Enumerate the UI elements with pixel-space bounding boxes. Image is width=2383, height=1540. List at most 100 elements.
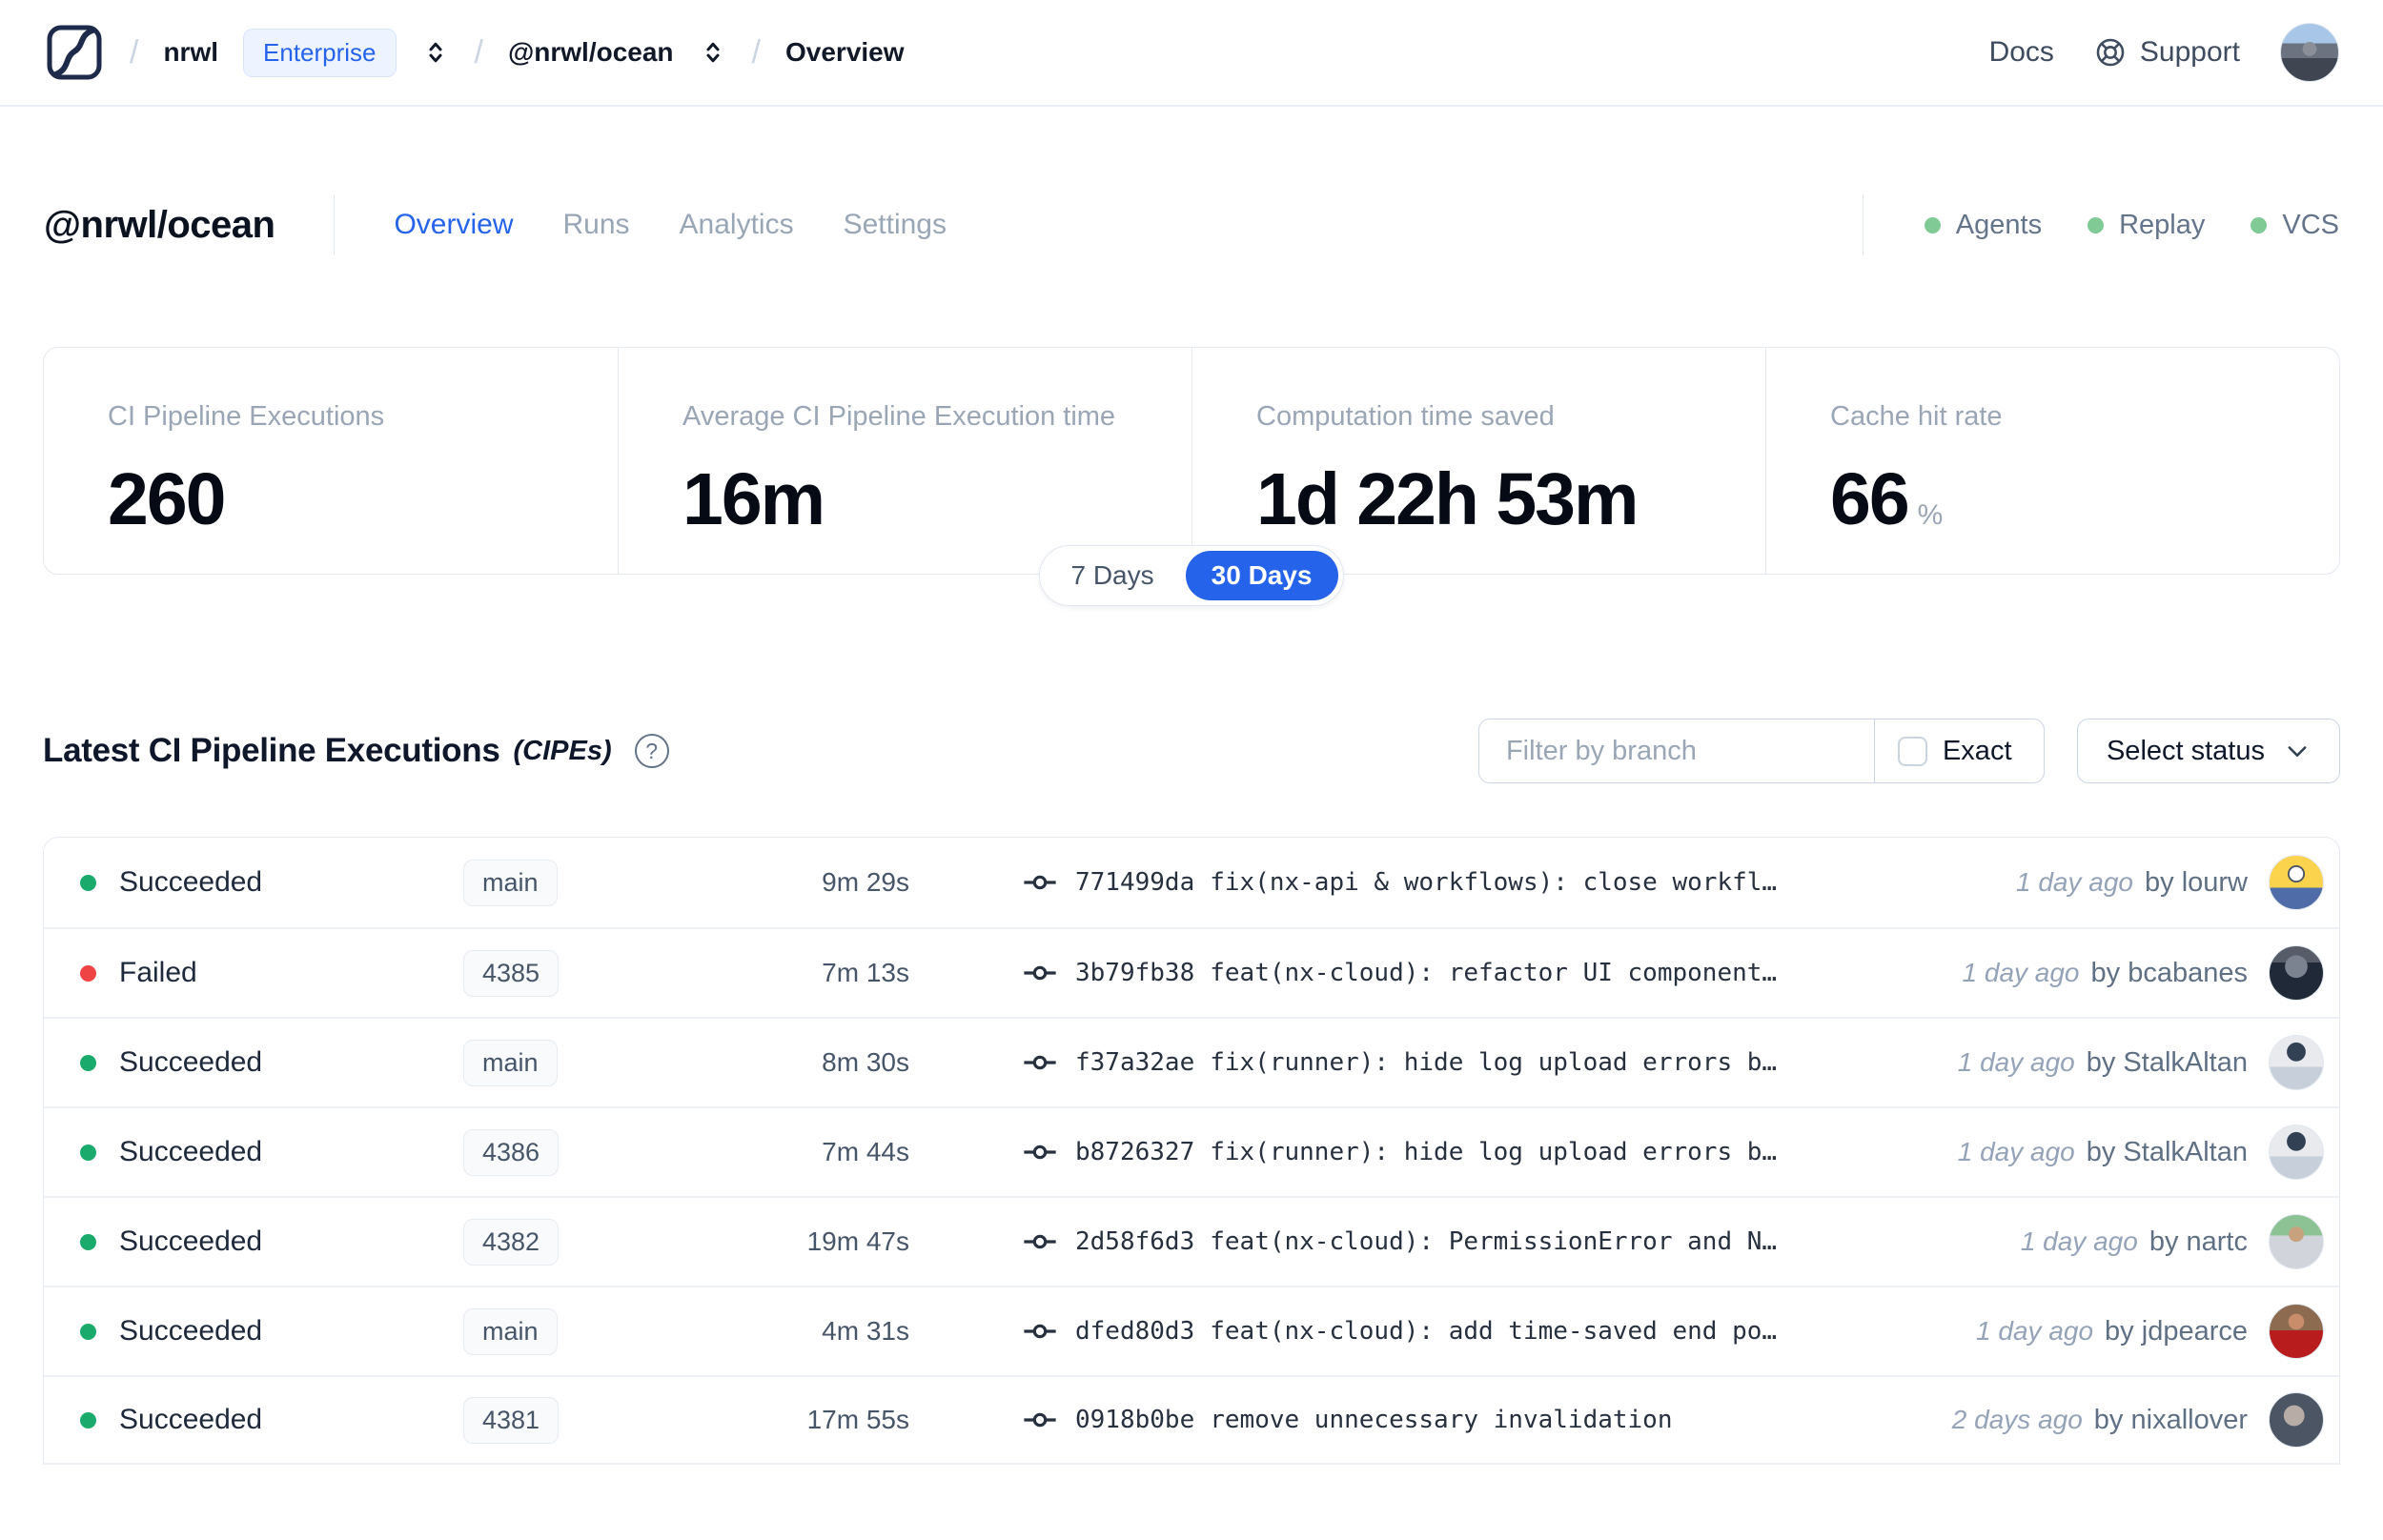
status-label: Succeeded xyxy=(119,1404,263,1435)
branch-badge[interactable]: main xyxy=(463,859,558,906)
select-status-button[interactable]: Select status xyxy=(2076,719,2340,783)
help-icon[interactable]: ? xyxy=(634,734,669,768)
stat-average-execution-time: Average CI Pipeline Execution time 16m xyxy=(618,348,1192,574)
duration-label: 7m 44s xyxy=(822,1137,909,1166)
author-avatar[interactable] xyxy=(2269,1035,2324,1090)
commit-message-text: remove unnecessary invalidation xyxy=(1210,1406,1673,1434)
docs-link[interactable]: Docs xyxy=(1989,36,2054,69)
table-row[interactable]: Succeeded 4381 17m 55s 0918b0be remove u… xyxy=(44,1375,2339,1465)
status-vcs[interactable]: VCS xyxy=(2251,210,2339,241)
green-dot-icon xyxy=(1924,216,1941,233)
branch-badge[interactable]: 4382 xyxy=(463,1218,560,1266)
status-replay[interactable]: Replay xyxy=(2088,210,2205,241)
row-meta: 1 day ago by nartc xyxy=(2021,1214,2324,1269)
table-row[interactable]: Succeeded main 9m 29s 771499da fix(nx-ap… xyxy=(44,838,2339,927)
duration-label: 17m 55s xyxy=(806,1405,909,1434)
status-dot-icon xyxy=(80,1411,96,1429)
breadcrumb-org[interactable]: nrwl xyxy=(163,37,218,68)
cipes-header: Latest CI Pipeline Executions (CIPEs) ? … xyxy=(43,719,2340,783)
cipes-table: Succeeded main 9m 29s 771499da fix(nx-ap… xyxy=(43,837,2340,1465)
tab-runs[interactable]: Runs xyxy=(562,209,629,241)
commit-message-text: feat(nx-cloud): add time-saved end po… xyxy=(1210,1317,1778,1346)
commit-message[interactable]: 0918b0be remove unnecessary invalidation xyxy=(1075,1406,1673,1434)
toggle-30-days[interactable]: 30 Days xyxy=(1185,551,1338,600)
breadcrumb-page: Overview xyxy=(785,37,905,67)
workspace-tabs: Overview Runs Analytics Settings xyxy=(394,209,947,241)
time-ago: 1 day ago xyxy=(1976,1316,2094,1346)
breadcrumb-workspace[interactable]: @nrwl/ocean xyxy=(508,37,674,68)
git-commit-icon xyxy=(1024,1412,1056,1428)
duration-label: 7m 13s xyxy=(822,958,909,987)
author-avatar[interactable] xyxy=(2269,1304,2324,1359)
branch-badge[interactable]: 4386 xyxy=(463,1128,560,1176)
branch-badge[interactable]: 4385 xyxy=(463,949,560,997)
time-ago: 1 day ago xyxy=(1957,1137,2075,1166)
workspace-switcher-chevrons-icon[interactable] xyxy=(699,38,727,67)
status-label: Succeeded xyxy=(119,866,263,898)
breadcrumb-separator: / xyxy=(751,33,761,71)
branch-badge[interactable]: main xyxy=(463,1039,558,1086)
toggle-7-days[interactable]: 7 Days xyxy=(1045,551,1179,600)
org-switcher-chevrons-icon[interactable] xyxy=(421,38,450,67)
stat-label: Cache hit rate xyxy=(1830,401,2003,432)
tab-analytics[interactable]: Analytics xyxy=(680,209,794,241)
commit-cell: 771499da fix(nx-api & workflows): close … xyxy=(1022,864,2016,901)
duration-label: 19m 47s xyxy=(806,1226,909,1256)
status-cell: Succeeded xyxy=(80,1315,423,1348)
branch-cell: main xyxy=(423,1039,709,1086)
table-row[interactable]: Succeeded 4386 7m 44s b8726327 fix(runne… xyxy=(44,1106,2339,1196)
green-dot-icon xyxy=(2251,216,2268,233)
author: by StalkAltan xyxy=(2086,1136,2248,1167)
author-avatar[interactable] xyxy=(2269,945,2324,1001)
author-avatar[interactable] xyxy=(2269,855,2324,910)
stat-value: 66% xyxy=(1830,458,1944,540)
author: by jdpearce xyxy=(2105,1315,2248,1347)
row-meta: 1 day ago by jdpearce xyxy=(1976,1304,2324,1359)
status-dot-icon xyxy=(80,964,96,982)
git-commit-icon xyxy=(1024,965,1056,981)
status-label: Succeeded xyxy=(119,1046,263,1078)
commit-message[interactable]: f37a32ae fix(runner): hide log upload er… xyxy=(1075,1048,1777,1077)
stat-value: 16m xyxy=(682,458,825,540)
commit-message-text: feat(nx-cloud): refactor UI component… xyxy=(1210,959,1778,987)
author-avatar[interactable] xyxy=(2269,1214,2324,1269)
status-cell: Succeeded xyxy=(80,866,423,899)
table-row[interactable]: Failed 4385 7m 13s 3b79fb38 feat(nx-clou… xyxy=(44,927,2339,1017)
stat-value: 1d 22h 53m xyxy=(1256,458,1639,540)
branch-badge[interactable]: main xyxy=(463,1307,558,1355)
row-meta: 1 day ago by bcabanes xyxy=(1963,945,2324,1001)
author-avatar[interactable] xyxy=(2269,1125,2324,1180)
commit-hash: 0918b0be xyxy=(1075,1406,1195,1434)
commit-message[interactable]: dfed80d3 feat(nx-cloud): add time-saved … xyxy=(1075,1317,1777,1346)
chevron-down-icon xyxy=(2288,746,2307,757)
status-dot-icon xyxy=(80,874,96,891)
exact-checkbox[interactable] xyxy=(1897,736,1927,766)
commit-message[interactable]: 3b79fb38 feat(nx-cloud): refactor UI com… xyxy=(1075,959,1777,987)
branch-filter-input[interactable] xyxy=(1478,719,1874,782)
commit-message[interactable]: 771499da fix(nx-api & workflows): close … xyxy=(1075,868,1777,897)
divider xyxy=(334,194,336,255)
status-dot-icon xyxy=(80,1323,96,1340)
status-label: Succeeded xyxy=(119,1136,263,1167)
user-avatar[interactable] xyxy=(2280,23,2339,82)
commit-hash: b8726327 xyxy=(1075,1138,1195,1166)
branch-cell: 4385 xyxy=(423,949,709,997)
status-cell: Failed xyxy=(80,957,423,989)
support-link[interactable]: Support xyxy=(2094,36,2240,69)
table-row[interactable]: Succeeded main 4m 31s dfed80d3 feat(nx-c… xyxy=(44,1286,2339,1375)
stat-label: Average CI Pipeline Execution time xyxy=(682,401,1116,432)
commit-message[interactable]: 2d58f6d3 feat(nx-cloud): PermissionError… xyxy=(1075,1227,1777,1256)
branch-badge[interactable]: 4381 xyxy=(463,1396,560,1444)
cipes-title: Latest CI Pipeline Executions xyxy=(43,732,500,769)
status-agents[interactable]: Agents xyxy=(1924,210,2042,241)
table-row[interactable]: Succeeded 4382 19m 47s 2d58f6d3 feat(nx-… xyxy=(44,1196,2339,1286)
tab-settings[interactable]: Settings xyxy=(844,209,947,241)
stat-cache-hit-rate: Cache hit rate 66% xyxy=(1765,348,2339,574)
nx-cloud-logo-icon[interactable] xyxy=(44,22,105,83)
commit-cell: 0918b0be remove unnecessary invalidation xyxy=(1022,1402,1952,1438)
table-row[interactable]: Succeeded main 8m 30s f37a32ae fix(runne… xyxy=(44,1017,2339,1106)
author-avatar[interactable] xyxy=(2269,1392,2324,1448)
commit-message[interactable]: b8726327 fix(runner): hide log upload er… xyxy=(1075,1138,1777,1166)
workspace-header: @nrwl/ocean Overview Runs Analytics Sett… xyxy=(0,107,2383,255)
tab-overview[interactable]: Overview xyxy=(394,209,513,241)
